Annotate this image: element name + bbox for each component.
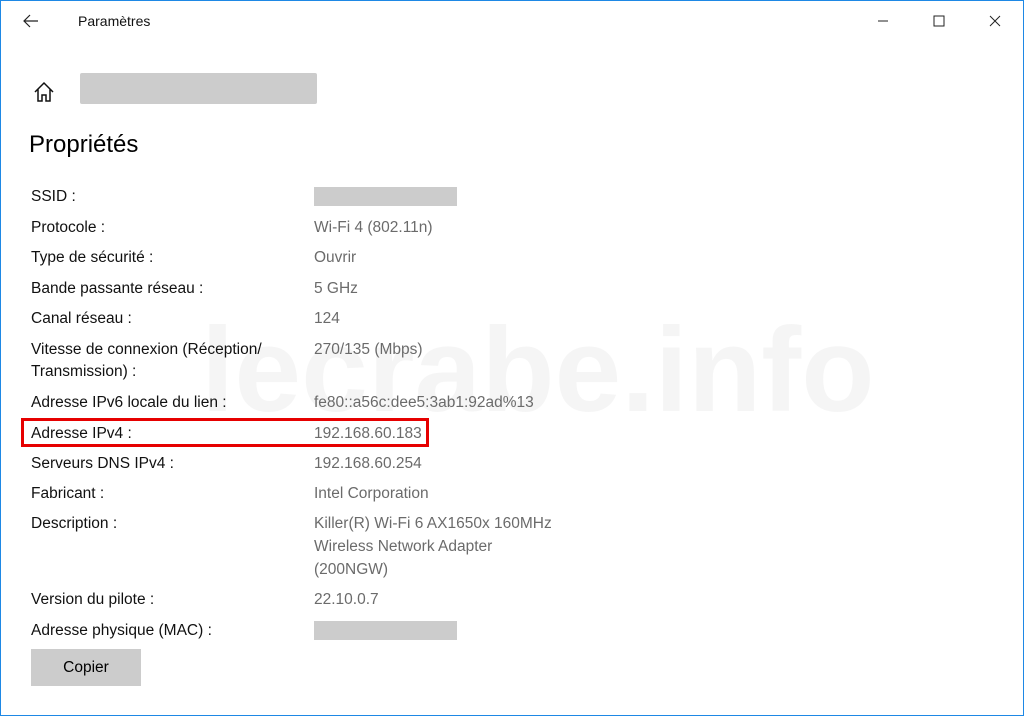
property-value: Wi-Fi 4 (802.11n) xyxy=(314,219,433,236)
property-value-line3: (200NGW) xyxy=(314,561,389,578)
settings-window: Paramètres lecrabe.info Propriétés SSID … xyxy=(0,0,1024,716)
maximize-icon xyxy=(933,15,945,27)
property-label: Protocole : xyxy=(31,219,106,236)
property-value: fe80::a56c:dee5:3ab1:92ad%13 xyxy=(314,394,534,411)
title-bar: Paramètres xyxy=(1,1,1023,41)
property-label: Vitesse de connexion (Réception/ xyxy=(31,341,262,358)
property-value: Intel Corporation xyxy=(314,485,429,502)
property-value: 192.168.60.254 xyxy=(314,455,422,472)
property-label-line2: Transmission) : xyxy=(31,363,137,380)
back-arrow-icon xyxy=(23,14,38,28)
page-title: Propriétés xyxy=(29,131,139,158)
property-label: Adresse physique (MAC) : xyxy=(31,622,212,639)
minimize-icon xyxy=(878,20,888,22)
back-button[interactable] xyxy=(11,5,51,37)
maximize-button[interactable] xyxy=(911,1,967,41)
close-button[interactable] xyxy=(967,1,1023,41)
property-label: Version du pilote : xyxy=(31,591,155,608)
property-value-line2: Wireless Network Adapter xyxy=(314,538,493,555)
copy-button[interactable]: Copier xyxy=(31,649,141,686)
property-label: Adresse IPv6 locale du lien : xyxy=(31,394,227,411)
property-label: Description : xyxy=(31,515,118,532)
property-value: 22.10.0.7 xyxy=(314,591,379,608)
minimize-button[interactable] xyxy=(855,1,911,41)
property-label: Type de sécurité : xyxy=(31,249,154,266)
property-value: Ouvrir xyxy=(314,249,357,266)
home-button[interactable] xyxy=(29,77,59,107)
property-label: Canal réseau : xyxy=(31,310,132,327)
home-icon xyxy=(34,81,54,102)
close-icon xyxy=(989,15,1001,27)
property-value: 270/135 (Mbps) xyxy=(314,341,423,358)
redacted-value xyxy=(314,187,457,206)
property-value: 124 xyxy=(314,310,340,327)
property-label: Bande passante réseau : xyxy=(31,280,204,297)
property-value: Killer(R) Wi-Fi 6 AX1650x 160MHz xyxy=(314,515,552,532)
property-label: SSID : xyxy=(31,188,76,205)
property-label: Fabricant : xyxy=(31,485,105,502)
property-value: 5 GHz xyxy=(314,280,358,297)
ipv4-highlight-box xyxy=(21,418,429,447)
property-label: Serveurs DNS IPv4 : xyxy=(31,455,174,472)
redacted-network-name xyxy=(80,73,317,104)
redacted-value xyxy=(314,621,457,640)
window-title: Paramètres xyxy=(78,13,151,29)
